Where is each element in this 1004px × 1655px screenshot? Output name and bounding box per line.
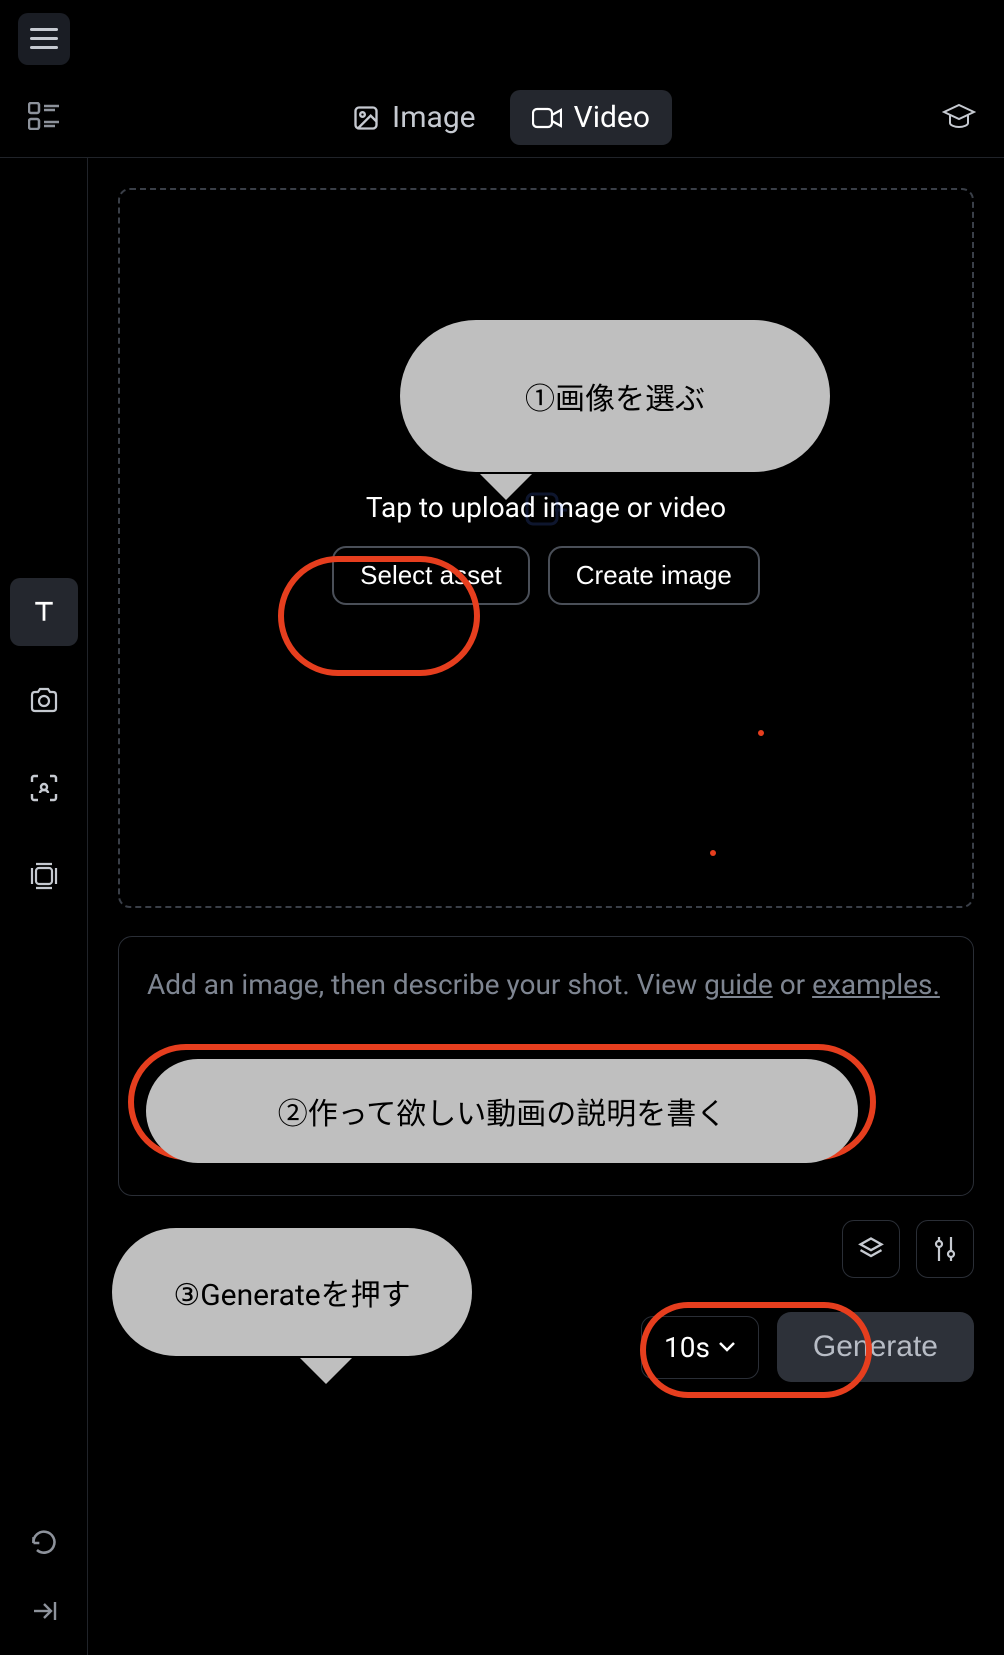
duration-value: 10s [664,1331,710,1364]
duration-select[interactable]: 10s [641,1316,759,1379]
prompt-placeholder-prefix: Add an image, then describe your shot. V… [147,968,704,1001]
guide-link[interactable]: guide [704,968,773,1001]
list-view-button[interactable] [28,102,60,134]
mode-tabs-row: Image Video [0,78,1004,158]
camera-icon [29,687,59,713]
focus-icon [29,773,59,803]
graduation-cap-icon [942,103,976,129]
left-sidebar [0,158,88,1655]
settings-sliders-button[interactable] [916,1220,974,1278]
image-icon [352,104,380,132]
upload-dropzone[interactable]: Tap to upload image or video Select asse… [118,188,974,908]
hamburger-icon [30,28,58,50]
layers-square-icon [29,861,59,891]
content-panel: Tap to upload image or video Select asse… [88,158,1004,1655]
examples-link[interactable]: examples. [812,968,940,1001]
learn-button[interactable] [942,103,976,133]
sidebar-item-camera[interactable] [10,666,78,734]
prompt-placeholder-mid: or [773,968,812,1001]
chevron-down-icon [718,1341,736,1353]
generate-row: 10s Generate [118,1306,974,1388]
tab-video-label: Video [574,100,650,135]
text-icon [29,597,59,627]
sliders-icon [932,1235,958,1263]
layers-icon [857,1235,885,1263]
annotation-dot [710,850,716,856]
tab-video[interactable]: Video [510,90,672,145]
tab-image[interactable]: Image [330,90,498,145]
refresh-icon [30,1529,58,1557]
top-bar [0,0,1004,78]
prompt-input[interactable]: Add an image, then describe your shot. V… [118,936,974,1196]
options-row [118,1220,974,1278]
sidebar-refresh[interactable] [20,1519,68,1567]
tab-image-label: Image [392,100,476,135]
sidebar-item-focus[interactable] [10,754,78,822]
menu-button[interactable] [18,13,70,65]
select-asset-button[interactable]: Select asset [332,546,530,605]
generate-button[interactable]: Generate [777,1312,974,1382]
video-icon [532,106,562,130]
sidebar-collapse[interactable] [20,1587,68,1635]
create-image-button[interactable]: Create image [548,546,760,605]
sidebar-item-text[interactable] [10,578,78,646]
collapse-right-icon [30,1600,58,1622]
layers-button[interactable] [842,1220,900,1278]
main-area: Tap to upload image or video Select asse… [0,158,1004,1655]
list-icon [28,102,60,130]
mode-tabs: Image Video [330,90,672,145]
sidebar-item-frames[interactable] [10,842,78,910]
add-image-icon [523,490,569,536]
annotation-dot [758,730,764,736]
